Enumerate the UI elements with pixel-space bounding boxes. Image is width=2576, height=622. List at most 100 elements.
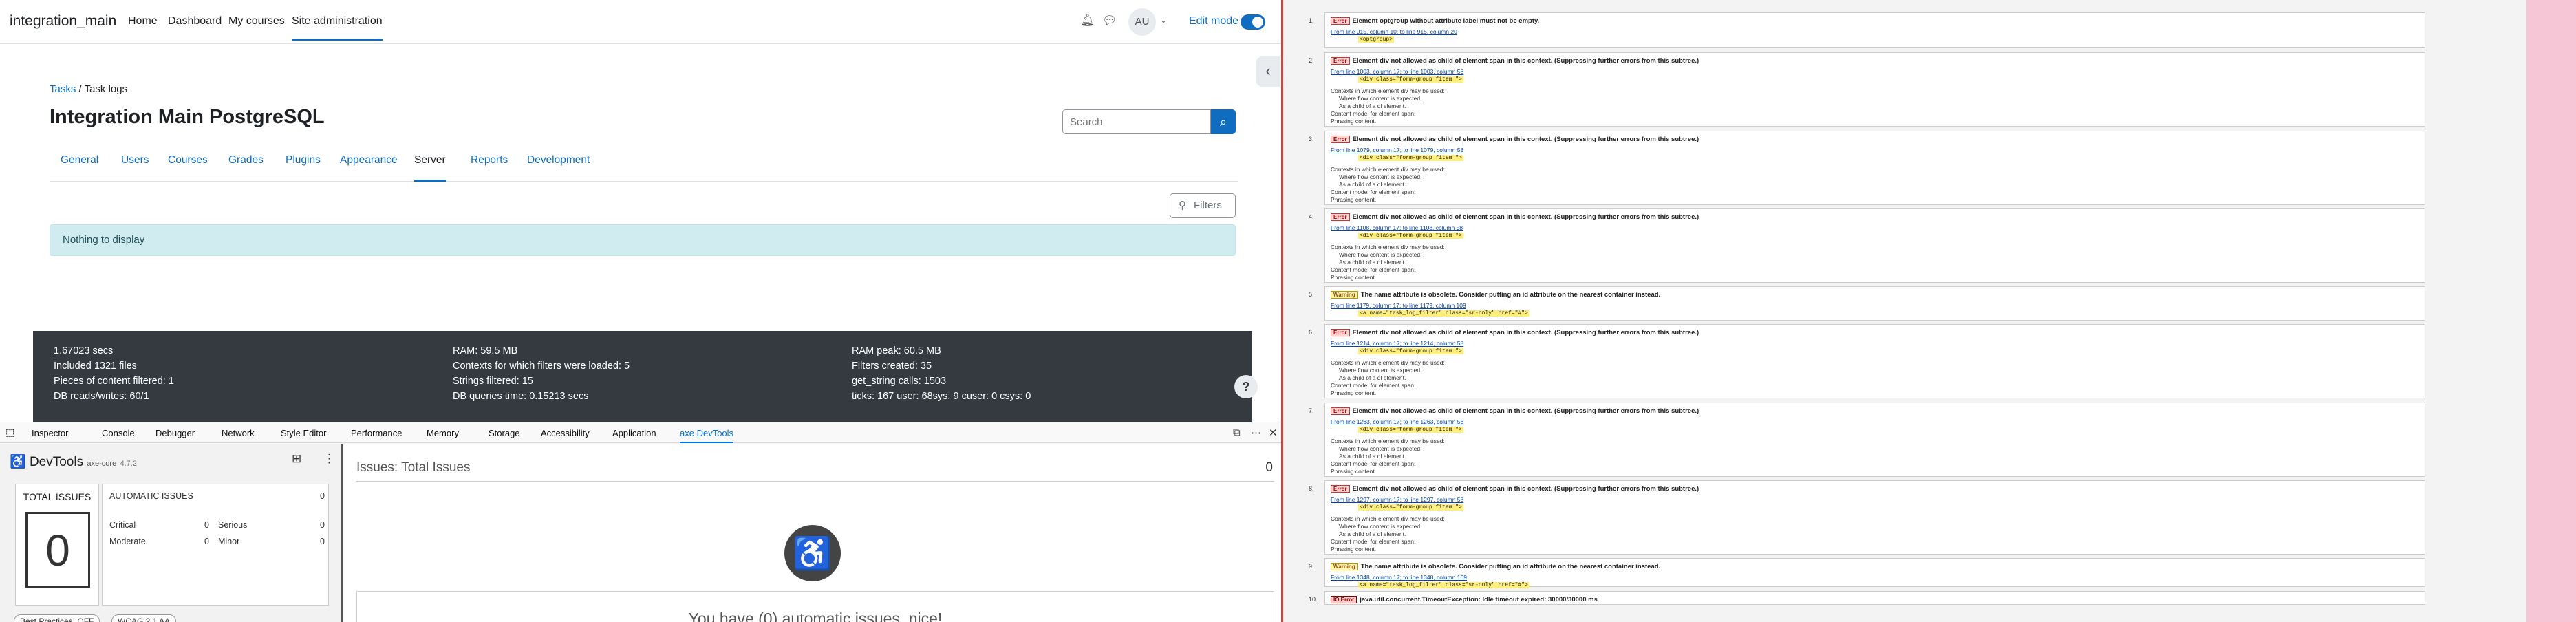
entry-context-line: Phrasing content. — [1331, 274, 1377, 281]
breadcrumb-tasks[interactable]: Tasks — [50, 83, 76, 95]
tab-development[interactable]: Development — [527, 154, 590, 182]
bell-icon[interactable]: 🔔︎ — [1080, 14, 1095, 28]
tab-style-editor[interactable]: Style Editor — [281, 428, 326, 438]
tab-inspector[interactable]: Inspector — [32, 428, 68, 438]
site-brand[interactable]: integration_main — [10, 13, 116, 30]
entry-location-link[interactable]: From line 915, column 10; to line 915, c… — [1331, 28, 1457, 35]
entry-location-link[interactable]: From line 1079, column 17; to line 1079,… — [1331, 147, 1463, 153]
tab-axe-devtools[interactable]: axe DevTools — [680, 428, 734, 443]
entry-number: 4. — [1309, 213, 1314, 220]
breadcrumb-task-logs: Task logs — [84, 83, 128, 95]
footer-stat: RAM peak: 60.5 MB — [852, 345, 941, 356]
entry-context-line: Content model for element span: — [1331, 266, 1416, 273]
entry-location-link[interactable]: From line 1297, column 17; to line 1297,… — [1331, 496, 1463, 503]
tab-general[interactable]: General — [61, 154, 98, 182]
serious-label: Serious — [218, 520, 248, 530]
best-practices-toggle[interactable]: Best Practices: OFF — [14, 614, 100, 622]
devtools-panel: ⬚ Inspector Console Debugger Network Sty… — [0, 422, 1281, 622]
entry-number: 5. — [1309, 291, 1314, 298]
tab-appearance[interactable]: Appearance — [340, 154, 398, 182]
edit-mode-toggle[interactable] — [1241, 14, 1265, 30]
entry-number: 8. — [1309, 485, 1314, 492]
entry-location-link[interactable]: From line 1108, column 17; to line 1108,… — [1331, 224, 1463, 231]
tab-network[interactable]: Network — [222, 428, 255, 438]
entry-number: 7. — [1309, 407, 1314, 414]
critical-count: 0 — [204, 520, 209, 530]
entry-text: The name attribute is obsolete. Consider… — [1360, 291, 1661, 299]
entry-location-link[interactable]: From line 1348, column 17; to line 1348,… — [1331, 574, 1467, 581]
footer-stat: 1.67023 secs — [54, 345, 114, 356]
tab-storage[interactable]: Storage — [489, 428, 520, 438]
nav-my-courses[interactable]: My courses — [228, 15, 285, 28]
entry-message: Error Element div not allowed as child of… — [1331, 57, 1699, 65]
drawer-toggle-button[interactable]: ‹ — [1256, 56, 1280, 87]
tab-application[interactable]: Application — [612, 428, 656, 438]
nav-home[interactable]: Home — [128, 15, 158, 28]
chat-icon[interactable]: 💬︎ — [1102, 14, 1117, 28]
entry-context-line: Phrasing content. — [1331, 546, 1377, 553]
entry-message: Warning The name attribute is obsolete. C… — [1331, 291, 1660, 299]
axe-version: 4.7.2 — [120, 460, 137, 468]
chevron-down-icon[interactable]: ⌄ — [1160, 15, 1167, 25]
search-input[interactable] — [1062, 109, 1211, 134]
undock-icon[interactable]: ⧉ — [1233, 427, 1241, 438]
entry-context-line: Contexts in which element div may be use… — [1331, 87, 1445, 94]
axe-issues-panel: Issues: Total Issues 0 ♿ You have (0) au… — [344, 444, 1281, 622]
entry-text: Element div not allowed as child of elem… — [1352, 57, 1699, 65]
tab-debugger[interactable]: Debugger — [155, 428, 195, 438]
footer-stat: ticks: 167 user: 68sys: 9 cuser: 0 csys:… — [852, 391, 1031, 402]
tab-performance[interactable]: Performance — [351, 428, 402, 438]
filters-button[interactable]: ⚲ Filters — [1170, 193, 1236, 218]
footer-stat: DB queries time: 0.15213 secs — [453, 391, 589, 402]
kebab-menu-icon[interactable]: ⋮ — [323, 452, 335, 466]
validator-entry: 1. Error Element optgroup without attribut… — [1309, 12, 2425, 48]
entry-text: Element optgroup without attribute label… — [1352, 17, 1540, 25]
tab-server[interactable]: Server — [414, 154, 446, 182]
pick-element-icon[interactable]: ⬚ — [6, 427, 14, 438]
entry-number: 9. — [1309, 563, 1314, 570]
edit-mode-label: Edit mode — [1189, 15, 1239, 27]
search-button[interactable]: ⌕ — [1211, 109, 1236, 134]
entry-number: 3. — [1309, 136, 1314, 142]
footer-stat: Filters created: 35 — [852, 361, 932, 372]
entry-number: 2. — [1309, 57, 1314, 64]
tab-console[interactable]: Console — [102, 428, 135, 438]
entry-context-line: Content model for element span: — [1331, 110, 1416, 117]
tab-courses[interactable]: Courses — [168, 154, 208, 182]
entry-location-link[interactable]: From line 1263, column 17; to line 1263,… — [1331, 418, 1463, 425]
moodle-page: integration_main Home Dashboard My cours… — [0, 0, 1281, 422]
entry-text: Element div not allowed as child of elem… — [1352, 136, 1699, 143]
add-icon[interactable]: ⊞ — [292, 452, 301, 466]
entry-context-line: Contexts in which element div may be use… — [1331, 438, 1445, 444]
nav-site-administration[interactable]: Site administration — [292, 15, 383, 41]
tab-grades[interactable]: Grades — [228, 154, 264, 182]
validator-entry: 9. Warning The name attribute is obsolete.… — [1309, 558, 2425, 588]
entry-context-line: Phrasing content. — [1331, 118, 1377, 125]
entry-message: Error Element div not allowed as child of… — [1331, 136, 1699, 143]
automatic-issues-label[interactable]: AUTOMATIC ISSUES — [109, 491, 193, 501]
nav-dashboard[interactable]: Dashboard — [168, 15, 222, 28]
help-button[interactable]: ? — [1234, 375, 1258, 398]
more-options-icon[interactable]: ⋯ — [1251, 427, 1261, 439]
severity-badge: Warning — [1331, 563, 1358, 570]
entry-context-line: Phrasing content. — [1331, 389, 1377, 396]
avatar[interactable]: AU — [1128, 8, 1156, 36]
tab-memory[interactable]: Memory — [427, 428, 459, 438]
close-icon[interactable]: ✕ — [1269, 427, 1278, 439]
entry-location-link[interactable]: From line 1003, column 17; to line 1003,… — [1331, 68, 1463, 75]
issues-count: 0 — [1265, 460, 1273, 475]
tab-plugins[interactable]: Plugins — [286, 154, 321, 182]
entry-location-link[interactable]: From line 1214, column 17; to line 1214,… — [1331, 340, 1463, 347]
tab-accessibility[interactable]: Accessibility — [541, 428, 590, 438]
tab-reports[interactable]: Reports — [471, 154, 508, 182]
empty-alert: Nothing to display — [50, 224, 1236, 256]
validator-entry: 10. IO Error java.util.concurrent.TimeoutE… — [1309, 591, 2425, 605]
entry-location-link[interactable]: From line 1179, column 17; to line 1179,… — [1331, 302, 1466, 309]
wcag-level-select[interactable]: WCAG 2.1 AA — [111, 614, 177, 622]
total-issues-box: TOTAL ISSUES 0 — [15, 484, 99, 606]
tab-users[interactable]: Users — [121, 154, 149, 182]
entry-code-extract: <div class="form-group fitem "> — [1358, 348, 1463, 354]
entry-text: Element div not allowed as child of elem… — [1352, 485, 1699, 493]
severity-badge: Error — [1331, 17, 1350, 25]
entry-context-line: As a child of a dl element. — [1339, 530, 1406, 537]
